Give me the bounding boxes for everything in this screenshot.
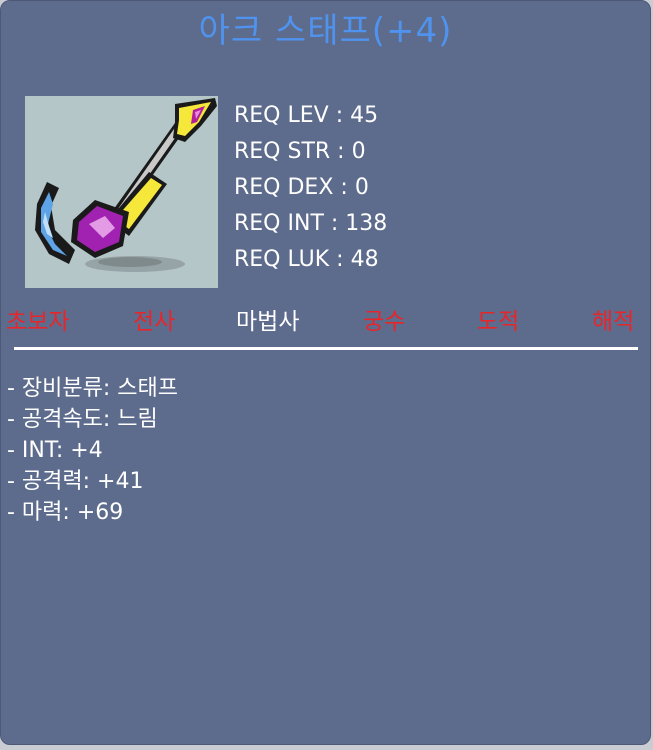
job-list: 초보자 전사 마법사 궁수 도적 해적 xyxy=(1,304,650,340)
stats-list: - 장비분류: 스태프 - 공격속도: 느림 - INT: +4 - 공격력: … xyxy=(7,373,178,528)
job-archer: 궁수 xyxy=(363,309,406,335)
requirements-list: REQ LEV : 45 REQ STR : 0 REQ DEX : 0 REQ… xyxy=(234,98,387,278)
req-str: REQ STR : 0 xyxy=(234,139,366,164)
job-thief: 도적 xyxy=(477,309,520,335)
divider xyxy=(14,347,638,350)
stat-int: - INT: +4 xyxy=(7,438,103,463)
stat-attack-speed: - 공격속도: 느림 xyxy=(7,407,158,432)
item-tooltip-card: 아크 스태프(+4) REQ LEV : 45 REQ STR: 0 REQ … xyxy=(0,0,651,745)
req-level: REQ LEV : 45 xyxy=(234,103,379,128)
stat-category: - 장비분류: 스태프 xyxy=(7,376,179,401)
staff-item-icon xyxy=(25,96,218,288)
job-pirate: 해적 xyxy=(592,309,635,335)
stat-attack: - 공격력: +41 xyxy=(7,469,144,494)
job-magician: 마법사 xyxy=(236,309,300,335)
stat-magic: - 마력: +69 xyxy=(7,500,124,525)
req-dex: REQ DEX : 0 xyxy=(234,175,369,200)
job-warrior: 전사 xyxy=(133,309,176,335)
item-name: 아크 스태프(+4) xyxy=(198,11,453,51)
req-int: REQ INT : 138 xyxy=(234,211,388,236)
job-beginner: 초보자 xyxy=(6,309,70,335)
req-luk: REQ LUK : 48 xyxy=(234,247,379,272)
